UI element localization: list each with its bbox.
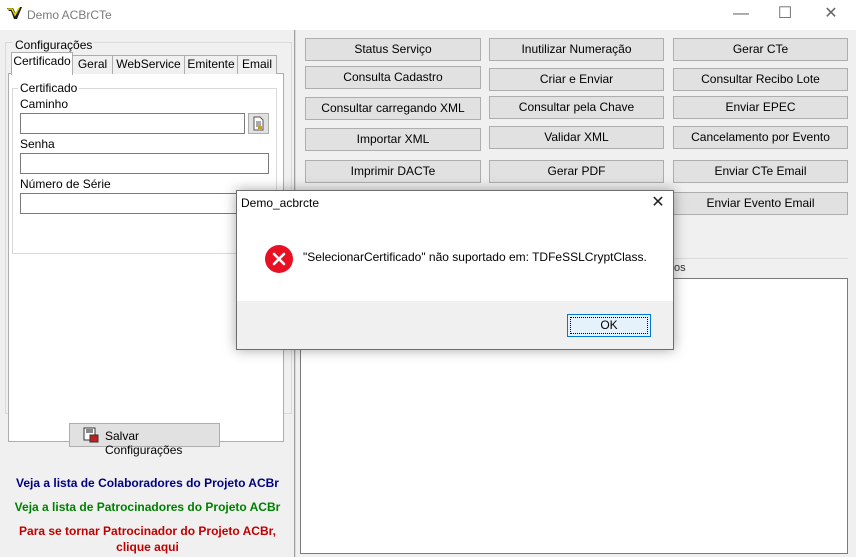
cancelamento-por-evento-button[interactable]: Cancelamento por Evento: [673, 126, 848, 149]
ok-button[interactable]: OK: [567, 314, 651, 337]
importar-xml-button[interactable]: Importar XML: [305, 128, 481, 151]
config-group-label: Configurações: [13, 38, 95, 52]
maximize-button[interactable]: ☐: [762, 0, 808, 30]
salvar-configuracoes-button[interactable]: Salvar Configurações: [69, 423, 220, 457]
dialog-message: "SelecionarCertificado" não suportado em…: [303, 250, 647, 264]
caminho-label: Caminho: [20, 97, 69, 111]
tab-emitente[interactable]: Emitente: [184, 55, 238, 74]
tab-email[interactable]: Email: [237, 55, 277, 74]
clique-aqui-link[interactable]: clique aqui: [0, 540, 295, 554]
dialog-footer: OK: [237, 301, 673, 349]
tab-geral[interactable]: Geral: [72, 55, 113, 74]
salvar-configuracoes-label: Salvar Configurações: [105, 429, 183, 457]
senha-label: Senha: [20, 137, 55, 151]
colaboradores-link[interactable]: Veja a lista de Colaboradores do Projeto…: [0, 476, 295, 490]
save-disk-icon: [83, 427, 99, 443]
title-bar: Demo ACBrCTe — ☐ ✕: [0, 0, 856, 30]
app-logo-icon: [7, 7, 22, 19]
senha-input[interactable]: [20, 153, 269, 174]
error-dialog: Demo_acbrcte ✕ "SelecionarCertificado" n…: [236, 190, 674, 350]
caminho-input[interactable]: [20, 113, 245, 134]
enviar-evento-email-button[interactable]: Enviar Evento Email: [673, 192, 848, 215]
minimize-button[interactable]: —: [718, 0, 764, 30]
validar-xml-button[interactable]: Validar XML: [489, 126, 664, 149]
consultar-recibo-lote-button[interactable]: Consultar Recibo Lote: [673, 68, 848, 91]
dialog-title: Demo_acbrcte: [241, 196, 320, 210]
gerar-cte-button[interactable]: Gerar CTe: [673, 38, 848, 61]
log-tab-label-fragment[interactable]: os: [674, 262, 686, 274]
browse-certificate-button[interactable]: [248, 113, 269, 134]
inutilizar-numeracao-button[interactable]: Inutilizar Numeração: [489, 38, 664, 61]
dialog-close-button[interactable]: ✕: [643, 191, 673, 217]
status-servico-button[interactable]: Status Serviço: [305, 38, 481, 61]
document-icon: [253, 116, 264, 131]
imprimir-dacte-button[interactable]: Imprimir DACTe: [305, 160, 481, 183]
patrocinadores-link[interactable]: Veja a lista de Patrocinadores do Projet…: [0, 500, 295, 514]
tab-certificado[interactable]: Certificado: [11, 52, 73, 75]
numero-serie-input[interactable]: [20, 193, 269, 214]
consulta-cadastro-button[interactable]: Consulta Cadastro: [305, 66, 481, 89]
tornar-patrocinador-link[interactable]: Para se tornar Patrocinador do Projeto A…: [0, 524, 295, 538]
enviar-cte-email-button[interactable]: Enviar CTe Email: [673, 160, 848, 183]
enviar-epec-button[interactable]: Enviar EPEC: [673, 96, 848, 119]
numero-serie-label: Número de Série: [20, 177, 111, 191]
certificado-group-label: Certificado: [18, 81, 80, 95]
window-title: Demo ACBrCTe: [27, 8, 112, 22]
criar-e-enviar-button[interactable]: Criar e Enviar: [489, 68, 664, 91]
tab-webservice[interactable]: WebService: [112, 55, 185, 74]
consultar-carregando-xml-button[interactable]: Consultar carregando XML: [305, 97, 481, 120]
consultar-pela-chave-button[interactable]: Consultar pela Chave: [489, 96, 664, 119]
close-window-button[interactable]: ✕: [808, 0, 854, 30]
gerar-pdf-button[interactable]: Gerar PDF: [489, 160, 664, 183]
error-icon: [265, 245, 293, 273]
